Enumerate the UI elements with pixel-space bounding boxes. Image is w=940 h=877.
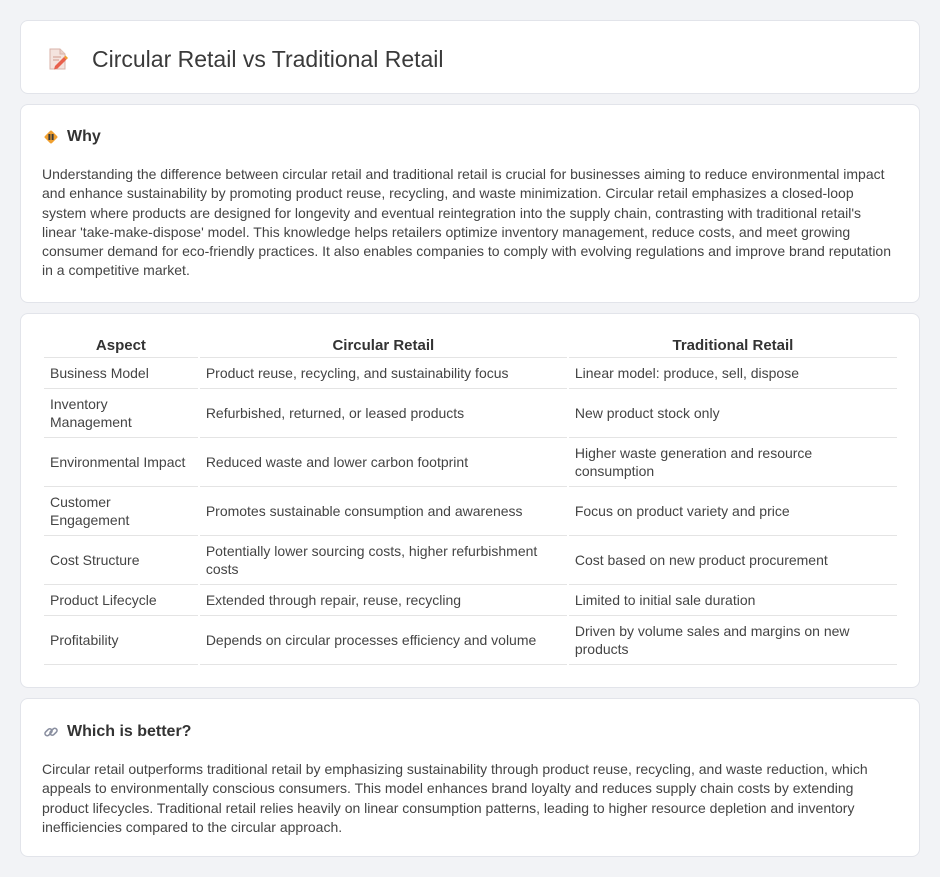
table-row: Business Model Product reuse, recycling,…: [44, 358, 897, 389]
circular-cell: Refurbished, returned, or leased product…: [199, 389, 567, 438]
why-text: Understanding the difference between cir…: [42, 166, 892, 279]
traditional-cell: Cost based on new product procurement: [568, 536, 897, 585]
header-aspect: Aspect: [44, 336, 198, 358]
aspect-cell: Environmental Impact: [44, 438, 198, 487]
aspect-cell: Profitability: [44, 616, 198, 665]
aspect-cell: Business Model: [44, 358, 198, 389]
traditional-cell: Limited to initial sale duration: [568, 585, 897, 616]
which-is-better-text: Circular retail outperforms traditional …: [42, 761, 868, 835]
why-heading-label: Why: [67, 128, 101, 145]
aspect-cell: Cost Structure: [44, 536, 198, 585]
header-circular-retail: Circular Retail: [199, 336, 567, 358]
document-pencil-icon: [47, 47, 69, 71]
circular-cell: Promotes sustainable consumption and awa…: [199, 487, 567, 536]
table-row: Customer Engagement Promotes sustainable…: [44, 487, 897, 536]
page-title: Circular Retail vs Traditional Retail: [92, 46, 444, 72]
comparison-table: Aspect Circular Retail Traditional Retai…: [42, 336, 899, 665]
comparison-section: Aspect Circular Retail Traditional Retai…: [20, 313, 920, 688]
which-is-better-heading: Which is better?: [43, 722, 191, 742]
why-section: Why Understanding the difference between…: [20, 104, 920, 303]
traditional-cell: New product stock only: [568, 389, 897, 438]
which-is-better-label: Which is better?: [67, 723, 192, 740]
traditional-cell: Focus on product variety and price: [568, 487, 897, 536]
table-row: Environmental Impact Reduced waste and l…: [44, 438, 897, 487]
aspect-cell: Customer Engagement: [44, 487, 198, 536]
traditional-cell: Driven by volume sales and margins on ne…: [568, 616, 897, 665]
aspect-cell: Inventory Management: [44, 389, 198, 438]
circular-cell: Extended through repair, reuse, recyclin…: [199, 585, 567, 616]
link-icon: [43, 724, 59, 740]
header-card: Circular Retail vs Traditional Retail: [20, 20, 920, 94]
table-row: Profitability Depends on circular proces…: [44, 616, 897, 665]
traditional-cell: Higher waste generation and resource con…: [568, 438, 897, 487]
circular-cell: Reduced waste and lower carbon footprint: [199, 438, 567, 487]
traditional-cell: Linear model: produce, sell, dispose: [568, 358, 897, 389]
why-heading: Why: [43, 127, 101, 147]
circular-cell: Potentially lower sourcing costs, higher…: [199, 536, 567, 585]
which-is-better-section: Which is better? Circular retail outperf…: [20, 698, 920, 857]
warning-sign-icon: [43, 129, 59, 145]
table-row: Product Lifecycle Extended through repai…: [44, 585, 897, 616]
table-row: Cost Structure Potentially lower sourcin…: [44, 536, 897, 585]
header-traditional-retail: Traditional Retail: [568, 336, 897, 358]
table-header-row: Aspect Circular Retail Traditional Retai…: [44, 336, 897, 358]
table-row: Inventory Management Refurbished, return…: [44, 389, 897, 438]
circular-cell: Depends on circular processes efficiency…: [199, 616, 567, 665]
circular-cell: Product reuse, recycling, and sustainabi…: [199, 358, 567, 389]
aspect-cell: Product Lifecycle: [44, 585, 198, 616]
